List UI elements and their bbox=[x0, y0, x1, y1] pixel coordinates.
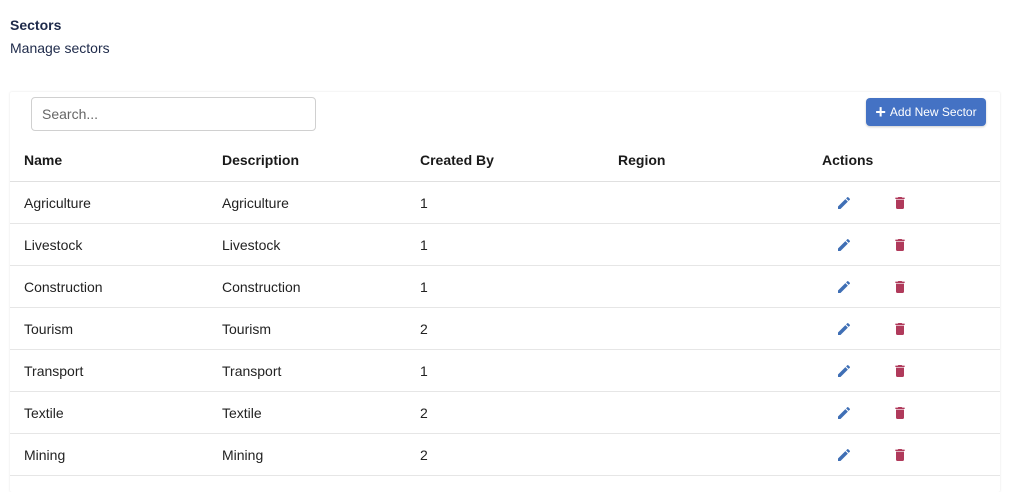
pencil-icon[interactable] bbox=[836, 321, 852, 337]
cell-created-by: 1 bbox=[406, 349, 604, 392]
cell-name: Livestock bbox=[10, 223, 208, 266]
pencil-icon[interactable] bbox=[836, 363, 852, 379]
cell-created-by: 2 bbox=[406, 433, 604, 476]
cell-region bbox=[604, 181, 802, 224]
cell-actions bbox=[802, 223, 1000, 266]
trash-icon[interactable] bbox=[892, 195, 908, 211]
cell-actions bbox=[802, 433, 1000, 476]
pencil-icon[interactable] bbox=[836, 447, 852, 463]
cell-created-by: 2 bbox=[406, 391, 604, 434]
header-actions: Actions bbox=[802, 139, 1000, 182]
cell-description: Agriculture bbox=[208, 181, 406, 224]
table-row: Agriculture Agriculture 1 bbox=[10, 181, 1000, 224]
page-header: Sectors Manage sectors bbox=[10, 17, 110, 57]
sectors-table: Name Description Created By Region Actio… bbox=[10, 139, 1000, 476]
cell-actions bbox=[802, 181, 1000, 224]
cell-name: Construction bbox=[10, 265, 208, 308]
table-row: Livestock Livestock 1 bbox=[10, 223, 1000, 266]
pencil-icon[interactable] bbox=[836, 237, 852, 253]
trash-icon[interactable] bbox=[892, 447, 908, 463]
cell-region bbox=[604, 307, 802, 350]
page-title: Sectors bbox=[10, 17, 62, 33]
trash-icon[interactable] bbox=[892, 363, 908, 379]
table-row: Transport Transport 1 bbox=[10, 349, 1000, 392]
cell-name: Mining bbox=[10, 433, 208, 476]
cell-region bbox=[604, 391, 802, 434]
trash-icon[interactable] bbox=[892, 279, 908, 295]
cell-actions bbox=[802, 265, 1000, 308]
cell-description: Construction bbox=[208, 265, 406, 308]
add-new-sector-label: Add New Sector bbox=[889, 105, 977, 119]
cell-created-by: 2 bbox=[406, 307, 604, 350]
cell-description: Transport bbox=[208, 349, 406, 392]
pencil-icon[interactable] bbox=[836, 405, 852, 421]
cell-created-by: 1 bbox=[406, 181, 604, 224]
cell-name: Tourism bbox=[10, 307, 208, 350]
table-row: Construction Construction 1 bbox=[10, 265, 1000, 308]
pencil-icon[interactable] bbox=[836, 279, 852, 295]
cell-name: Agriculture bbox=[10, 181, 208, 224]
cell-description: Livestock bbox=[208, 223, 406, 266]
table-row: Textile Textile 2 bbox=[10, 391, 1000, 434]
cell-description: Textile bbox=[208, 391, 406, 434]
table-header-row: Name Description Created By Region Actio… bbox=[10, 139, 1000, 182]
cell-created-by: 1 bbox=[406, 223, 604, 266]
cell-actions bbox=[802, 307, 1000, 350]
trash-icon[interactable] bbox=[892, 405, 908, 421]
header-region[interactable]: Region bbox=[604, 139, 802, 182]
cell-name: Textile bbox=[10, 391, 208, 434]
cell-region bbox=[604, 265, 802, 308]
cell-description: Tourism bbox=[208, 307, 406, 350]
trash-icon[interactable] bbox=[892, 321, 908, 337]
trash-icon[interactable] bbox=[892, 237, 908, 253]
pencil-icon[interactable] bbox=[836, 195, 852, 211]
add-new-sector-button[interactable]: + Add New Sector bbox=[866, 98, 986, 126]
header-created-by[interactable]: Created By bbox=[406, 139, 604, 182]
page-subtitle: Manage sectors bbox=[10, 40, 110, 56]
cell-actions bbox=[802, 391, 1000, 434]
search-box bbox=[31, 97, 316, 131]
cell-actions bbox=[802, 349, 1000, 392]
cell-name: Transport bbox=[10, 349, 208, 392]
header-description[interactable]: Description bbox=[208, 139, 406, 182]
cell-region bbox=[604, 223, 802, 266]
cell-region bbox=[604, 349, 802, 392]
cell-description: Mining bbox=[208, 433, 406, 476]
sectors-card: + Add New Sector Name Description Create… bbox=[10, 92, 1000, 492]
header-name[interactable]: Name bbox=[10, 139, 208, 182]
plus-icon: + bbox=[875, 102, 886, 122]
cell-region bbox=[604, 433, 802, 476]
table-row: Mining Mining 2 bbox=[10, 433, 1000, 476]
table-row: Tourism Tourism 2 bbox=[10, 307, 1000, 350]
cell-created-by: 1 bbox=[406, 265, 604, 308]
search-input[interactable] bbox=[32, 98, 315, 130]
